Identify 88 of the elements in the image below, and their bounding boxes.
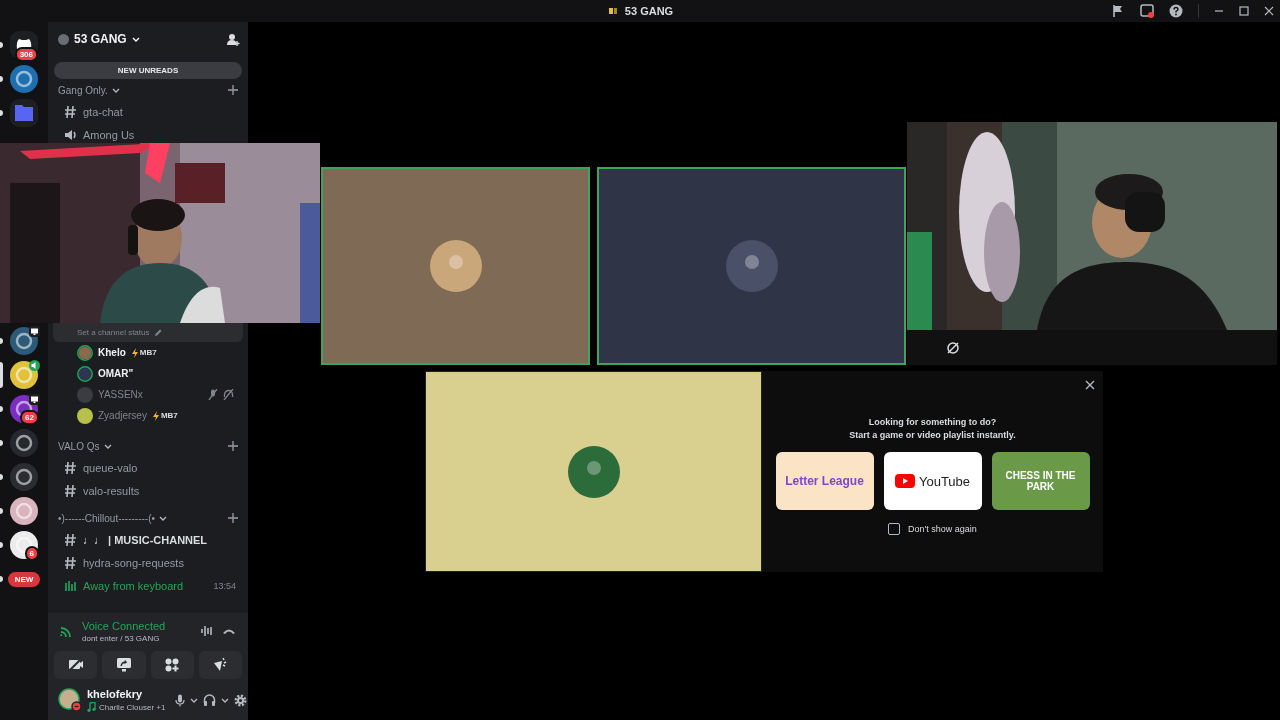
soundboard-icon <box>212 657 229 673</box>
pencil-icon[interactable] <box>153 327 163 337</box>
tag-text: MB7 <box>160 411 178 420</box>
channel-name[interactable]: Away from keyboard <box>83 579 184 592</box>
voice-channel-card[interactable]: Set a channel status <box>53 322 243 342</box>
category-header[interactable]: Gang Only. <box>58 84 108 96</box>
music-note-icon <box>87 702 96 712</box>
new-unreads-banner[interactable]: NEW UNREADS <box>54 62 242 79</box>
screen-share-icon <box>115 657 132 673</box>
member-name[interactable]: YASSENx <box>98 389 143 400</box>
video-tile[interactable] <box>321 167 590 365</box>
lightning-icon <box>151 410 160 421</box>
window-title: 53 GANG <box>624 5 674 17</box>
server-icon[interactable] <box>10 463 38 491</box>
folder-icon[interactable] <box>10 99 38 127</box>
video-tile[interactable] <box>597 167 906 365</box>
close-icon[interactable] <box>1085 380 1095 390</box>
add-member-icon[interactable] <box>226 32 240 46</box>
member-name[interactable]: Khelo <box>98 347 126 358</box>
member-name[interactable]: Zyadjersey <box>98 410 147 421</box>
noise-suppression-icon[interactable] <box>200 625 214 637</box>
server-logo-icon <box>606 5 619 17</box>
hash-icon <box>64 483 77 498</box>
close-icon[interactable] <box>1264 6 1274 16</box>
add-channel-icon[interactable] <box>228 513 238 523</box>
hash-icon <box>64 555 77 570</box>
channel-status[interactable]: Set a channel status <box>77 327 150 337</box>
timestamp: 13:54 <box>213 580 236 591</box>
member-name[interactable]: OMAR" <box>98 368 134 379</box>
chevron-down-icon[interactable] <box>190 696 199 704</box>
channel-name[interactable]: Among Us <box>83 128 135 141</box>
tag-text: MB7 <box>139 348 157 357</box>
panel-heading: Looking for something to do? <box>868 416 997 429</box>
checkbox[interactable]: Don't show again <box>888 523 977 535</box>
activities-button[interactable] <box>150 651 194 679</box>
hash-icon <box>64 532 77 547</box>
hash-icon <box>64 460 77 475</box>
video-tile[interactable] <box>425 371 762 572</box>
maximize-icon[interactable] <box>1239 6 1249 16</box>
server-header[interactable]: 53 GANG <box>48 22 248 56</box>
server-name[interactable]: 53 GANG <box>74 32 127 46</box>
panel-subheading: Start a game or video playlist instantly. <box>849 429 1016 442</box>
channel-name[interactable]: ♩♩ | MUSIC-CHANNEL <box>83 533 208 546</box>
server-icon[interactable] <box>10 327 38 355</box>
lightning-icon <box>130 347 139 358</box>
speaker-icon <box>64 127 77 142</box>
channel-link[interactable]: dont enter / 53 GANG <box>82 633 166 643</box>
equalizer-icon <box>64 578 77 593</box>
activity-card[interactable]: YouTube <box>883 452 982 510</box>
server-icon[interactable] <box>10 65 38 93</box>
activity-card[interactable]: Letter League <box>775 452 874 510</box>
help-icon[interactable] <box>1169 4 1183 18</box>
category-header[interactable]: VALO Qs <box>58 440 100 452</box>
channel-name[interactable]: queue-valo <box>83 461 138 474</box>
chevron-down-icon <box>111 86 120 94</box>
headphones-icon[interactable] <box>203 694 217 706</box>
play-icon <box>894 474 915 488</box>
microphone-icon[interactable] <box>175 693 186 707</box>
server-icon[interactable] <box>10 429 38 457</box>
add-channel-icon[interactable] <box>228 85 238 95</box>
activity-card[interactable]: CHESS IN THE PARK <box>991 452 1090 510</box>
channel-name[interactable]: hydra-song-requests <box>83 556 184 569</box>
new-badge[interactable]: NEW <box>7 571 41 587</box>
server-avatar-icon <box>58 33 69 45</box>
soundboard-button[interactable] <box>198 651 242 679</box>
flag-icon[interactable] <box>1111 4 1125 18</box>
chevron-down-icon <box>158 514 167 522</box>
chevron-down-icon[interactable] <box>221 696 230 704</box>
user-avatar <box>58 688 82 712</box>
add-channel-icon[interactable] <box>228 441 238 451</box>
mention-badge: 62 <box>20 410 39 425</box>
screen-share-button[interactable] <box>102 651 146 679</box>
channel-name[interactable]: valo-results <box>83 484 140 497</box>
settings-icon[interactable] <box>234 693 248 707</box>
server-icon[interactable] <box>10 497 38 525</box>
connection-icon <box>60 625 74 637</box>
inbox-icon[interactable] <box>1140 4 1154 18</box>
connection-status: Voice Connected <box>82 619 166 632</box>
category-header[interactable]: •)------Chillout---------(• <box>58 512 155 524</box>
hash-icon <box>64 104 77 119</box>
camera-off-button[interactable] <box>54 651 98 679</box>
server-icon[interactable] <box>10 361 38 389</box>
mention-badge: 306 <box>14 47 38 62</box>
username: khelofekry <box>87 688 144 700</box>
channel-name[interactable]: gta-chat <box>83 105 123 118</box>
user-activity: Charlie Clouser +1 <box>99 702 166 712</box>
chevron-down-icon <box>103 442 112 450</box>
activities-icon <box>164 657 181 673</box>
